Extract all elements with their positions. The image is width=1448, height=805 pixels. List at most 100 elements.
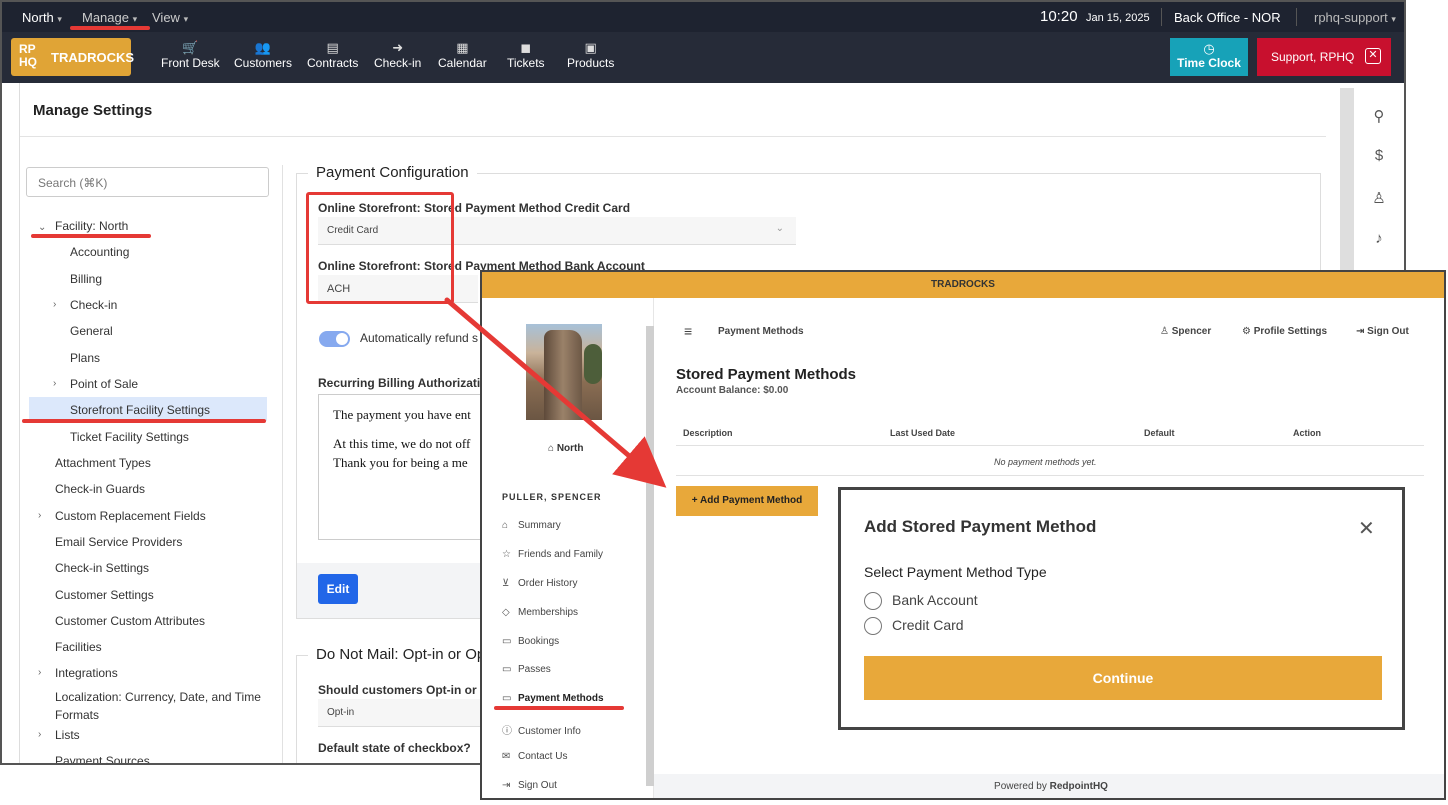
close-icon[interactable]: ✕	[1358, 516, 1375, 541]
user-link[interactable]: ♙ Spencer	[1160, 326, 1211, 337]
storefront-header: TRADROCKS	[482, 272, 1444, 298]
empty-message: No payment methods yet.	[994, 457, 1097, 467]
chevron-right-icon[interactable]: ›	[38, 667, 41, 678]
logo-name: TRADROCKS	[51, 50, 135, 65]
view-menu[interactable]: View ▾	[152, 10, 188, 25]
calendar-icon: ▦	[456, 40, 469, 55]
sf-nav-memberships[interactable]: ◇ Memberships	[502, 607, 578, 618]
tree-item-lists[interactable]: Lists	[55, 728, 80, 742]
nav-tickets[interactable]: ◼ Tickets	[507, 40, 545, 70]
nav-customers[interactable]: 👥 Customers	[234, 40, 292, 70]
sign-out-link[interactable]: ⇥ Sign Out	[1356, 326, 1409, 337]
support-label: Support, RPHQ	[1271, 50, 1355, 64]
recurring-billing-label: Recurring Billing Authorization	[318, 376, 495, 390]
tree-item-email-service-providers[interactable]: Email Service Providers	[55, 535, 182, 549]
manage-menu[interactable]: Manage ▾	[82, 10, 137, 25]
tree-item-general[interactable]: General	[70, 324, 113, 338]
nav-check-in[interactable]: ➜ Check-in	[374, 40, 421, 70]
footer-prefix: Powered by	[994, 781, 1050, 792]
divider	[20, 136, 1326, 137]
sf-nav-label: Memberships	[518, 607, 579, 618]
location-label: North	[22, 10, 54, 25]
nav-label: Contracts	[307, 56, 359, 70]
chevron-down-icon[interactable]: ⌄	[38, 222, 46, 233]
col-description: Description	[683, 428, 733, 438]
nav-label: Check-in	[374, 56, 422, 70]
nav-products[interactable]: ▣ Products	[567, 40, 614, 70]
sf-nav-contact-us[interactable]: ✉ Contact Us	[502, 751, 567, 762]
edit-button[interactable]: Edit	[318, 574, 358, 604]
support-button[interactable]: Support, RPHQ ✕	[1257, 38, 1391, 76]
tree-item-facility[interactable]: Facility: North	[55, 219, 128, 233]
tree-item-custom-replacement-fields[interactable]: Custom Replacement Fields	[55, 509, 206, 523]
settings-search-input[interactable]: Search (⌘K)	[26, 167, 269, 197]
bell-icon[interactable]: ♪	[1370, 230, 1388, 248]
sf-nav-label: Bookings	[518, 636, 560, 647]
user-icon[interactable]: ♙	[1370, 189, 1388, 207]
credit-card-radio[interactable]	[864, 617, 882, 635]
tree-item-point-of-sale[interactable]: Point of Sale	[70, 377, 138, 391]
tree-item-accounting[interactable]: Accounting	[70, 245, 129, 259]
tree-item-check-in[interactable]: Check-in	[70, 298, 117, 312]
cart-icon: ⊻	[502, 578, 510, 589]
sf-nav-bookings[interactable]: ▭ Bookings	[502, 636, 559, 647]
bank-account-option-label[interactable]: Bank Account	[892, 592, 978, 608]
col-action: Action	[1293, 428, 1321, 438]
annotation-highlight-box	[306, 192, 454, 304]
user-menu[interactable]: rphq-support ▾	[1314, 10, 1396, 25]
search-icon[interactable]: ⚲	[1370, 107, 1388, 125]
tree-item-customer-settings[interactable]: Customer Settings	[55, 588, 154, 602]
time-clock-button[interactable]: ◷ Time Clock	[1170, 38, 1248, 76]
clock-date: Jan 15, 2025	[1086, 12, 1150, 24]
tree-item-localization[interactable]: Localization: Currency, Date, and Time F…	[55, 688, 270, 724]
tree-item-billing[interactable]: Billing	[70, 272, 102, 286]
tradrocks-logo[interactable]: RP HQ TRADROCKS	[11, 38, 135, 76]
sidebar-scrollbar[interactable]	[646, 326, 654, 786]
chevron-right-icon[interactable]: ›	[53, 378, 56, 389]
office-label[interactable]: Back Office - NOR	[1174, 10, 1281, 25]
tree-item-plans[interactable]: Plans	[70, 351, 100, 365]
sf-nav-passes[interactable]: ▭ Passes	[502, 664, 551, 675]
nav-calendar[interactable]: ▦ Calendar	[438, 40, 487, 70]
add-payment-method-button[interactable]: + Add Payment Method	[676, 486, 818, 516]
dollar-icon[interactable]: $	[1370, 147, 1388, 165]
signout-icon: ⇥	[502, 780, 511, 791]
close-icon[interactable]: ✕	[1365, 48, 1381, 64]
nav-front-desk[interactable]: 🛒 Front Desk	[161, 40, 220, 70]
sf-nav-sign-out[interactable]: ⇥ Sign Out	[502, 780, 557, 791]
tree-item-integrations[interactable]: Integrations	[55, 666, 118, 680]
chevron-right-icon[interactable]: ›	[53, 299, 56, 310]
chevron-right-icon[interactable]: ›	[38, 729, 41, 740]
tree-item-check-in-settings[interactable]: Check-in Settings	[55, 561, 149, 575]
tree-item-ticket-facility-settings[interactable]: Ticket Facility Settings	[70, 430, 189, 444]
bank-account-radio[interactable]	[864, 592, 882, 610]
sf-nav-friends-and-family[interactable]: ☆ Friends and Family	[502, 549, 603, 560]
tree-item-customer-custom-attributes[interactable]: Customer Custom Attributes	[55, 614, 205, 628]
auto-refund-toggle[interactable]	[319, 331, 350, 347]
sf-nav-customer-info[interactable]: ⓘ Customer Info	[502, 722, 581, 737]
auto-refund-label: Automatically refund s	[360, 331, 479, 345]
credit-card-option-label[interactable]: Credit Card	[892, 617, 964, 633]
chevron-right-icon[interactable]: ›	[38, 510, 41, 521]
home-icon: ⌂	[502, 520, 509, 531]
add-payment-method-modal: Add Stored Payment Method ✕ Select Payme…	[838, 487, 1405, 730]
location-menu[interactable]: North ▾	[22, 10, 62, 25]
tree-item-payment-sources[interactable]: Payment Sources	[55, 754, 150, 763]
sf-nav-payment-methods[interactable]: ▭ Payment Methods	[502, 693, 604, 704]
tree-item-storefront-facility-settings[interactable]: Storefront Facility Settings	[70, 403, 210, 417]
sf-nav-order-history[interactable]: ⊻ Order History	[502, 578, 577, 589]
calendar-icon: ▭	[502, 636, 512, 647]
continue-button[interactable]: Continue	[864, 656, 1382, 700]
mail-icon: ✉	[502, 751, 511, 762]
user-link-label: Spencer	[1171, 326, 1212, 337]
hamburger-menu-icon[interactable]: ≡	[684, 323, 692, 339]
nav-contracts[interactable]: ▤ Contracts	[307, 40, 358, 70]
tree-item-check-in-guards[interactable]: Check-in Guards	[55, 482, 145, 496]
profile-settings-link[interactable]: ⚙ Profile Settings	[1242, 326, 1327, 337]
stored-methods-heading: Stored Payment Methods	[676, 366, 857, 383]
rock-shape	[544, 330, 582, 420]
content-scrollbar[interactable]	[1340, 88, 1354, 278]
tree-item-facilities[interactable]: Facilities	[55, 640, 102, 654]
sf-nav-summary[interactable]: ⌂ Summary	[502, 520, 561, 531]
tree-item-attachment-types[interactable]: Attachment Types	[55, 456, 151, 470]
